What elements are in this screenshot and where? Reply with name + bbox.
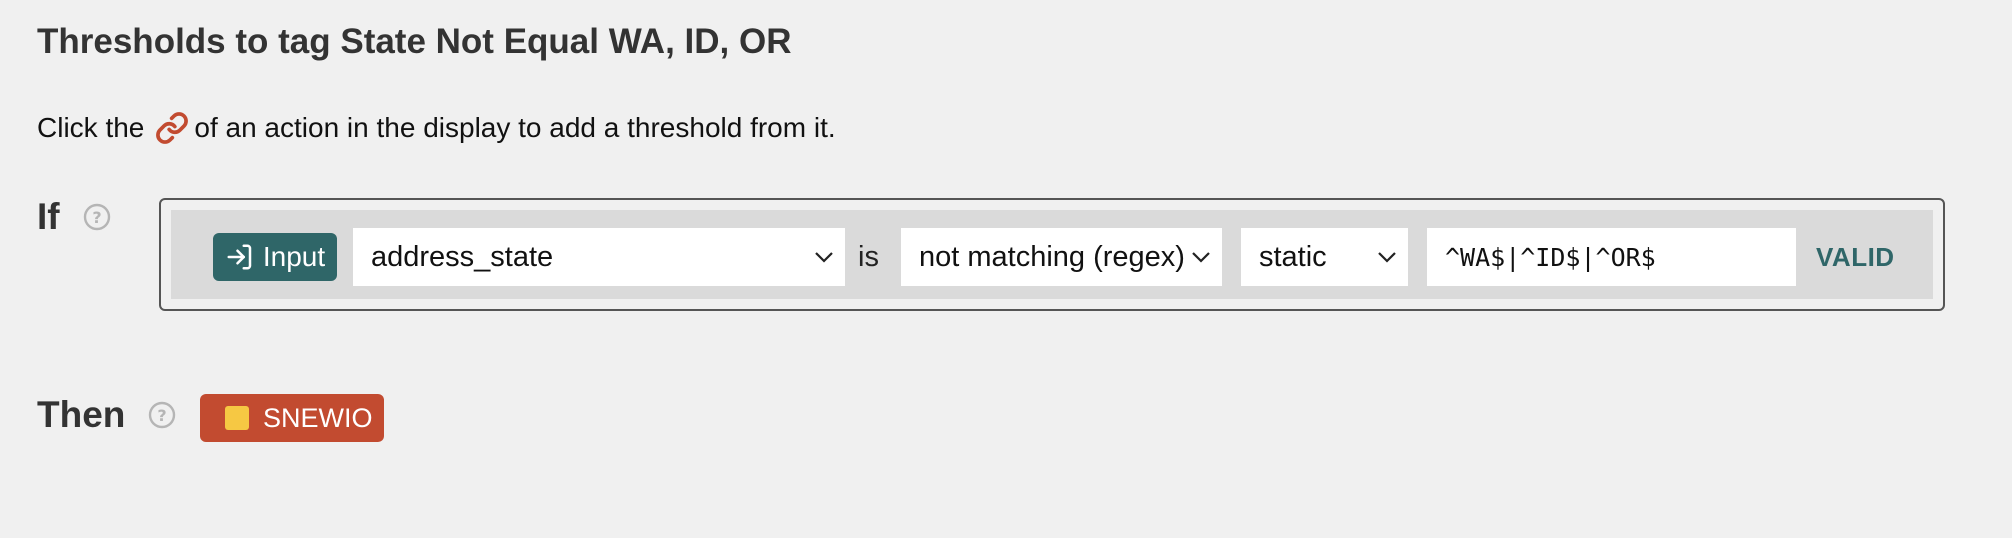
then-label: Then [37,394,126,435]
tag-name: SNEWIO [263,402,373,433]
connector-text: is [858,240,879,273]
instruction-text-before: Click the [37,112,145,143]
condition-row: Input address_state is not matching (reg… [171,210,1933,299]
field-select-value: address_state [371,240,554,273]
then-row-label: Then ? [37,394,177,436]
svg-text:?: ? [158,406,167,425]
operator-select[interactable]: not matching (regex) [901,228,1222,286]
instruction-text: Click the of an action in the display to… [37,108,836,148]
if-row-label: If ? [37,196,112,238]
regex-value-input[interactable] [1427,228,1796,286]
svg-text:?: ? [92,208,101,227]
value-type-select[interactable]: static [1241,228,1408,286]
condition-box: Input address_state is not matching (reg… [159,198,1945,311]
chevron-down-icon [813,250,835,264]
instruction-text-after: of an action in the display to add a thr… [194,112,836,143]
tag-badge[interactable]: SNEWIO [200,394,384,442]
help-circle-icon[interactable]: ? [82,202,112,232]
if-label: If [37,196,60,237]
input-source-label: Input [262,241,326,272]
tag-color-swatch [225,406,249,430]
link-icon [152,108,192,148]
chevron-down-icon [1376,250,1398,264]
page-title: Thresholds to tag State Not Equal WA, ID… [37,22,792,61]
help-circle-icon[interactable]: ? [147,400,177,430]
operator-select-value: not matching (regex) [919,240,1185,273]
chevron-down-icon [1190,250,1212,264]
validation-status: VALID [1816,241,1895,272]
sign-in-icon [227,244,252,270]
field-select[interactable]: address_state [353,228,845,286]
value-type-select-value: static [1259,240,1327,273]
input-source-badge[interactable]: Input [213,233,337,281]
